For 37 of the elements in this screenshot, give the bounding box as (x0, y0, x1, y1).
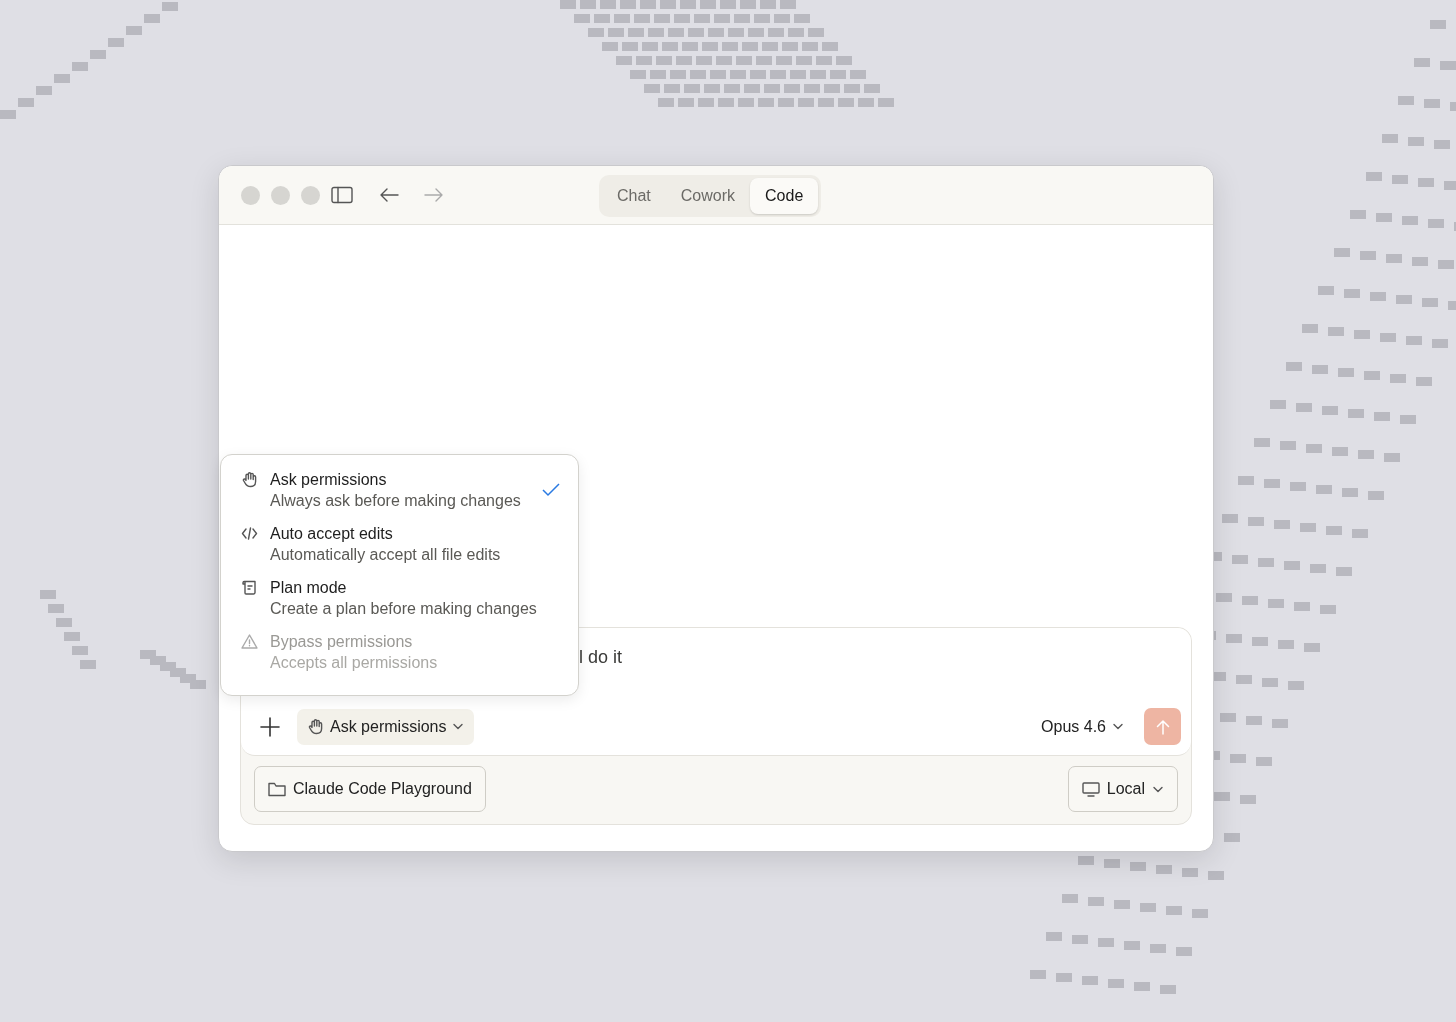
monitor-icon (1081, 781, 1100, 797)
sidebar-icon[interactable] (331, 186, 353, 204)
forward-arrow-icon[interactable] (424, 187, 444, 203)
environment-selector[interactable]: Local (1067, 766, 1178, 812)
warning-icon (241, 633, 258, 650)
menu-item[interactable]: Plan mode Create a plan before making changes (221, 577, 578, 631)
message-text: l do it (579, 646, 624, 669)
tab[interactable]: Code (750, 178, 819, 214)
hand-icon (307, 718, 324, 735)
window-control[interactable] (301, 185, 320, 205)
scroll-icon (241, 579, 258, 596)
item-description: Create a plan before making changes (270, 599, 538, 619)
caret-icon (1112, 721, 1124, 732)
window-control[interactable] (241, 185, 260, 205)
hand-icon (241, 471, 258, 488)
code-icon (241, 525, 258, 542)
up-arrow-icon (1155, 718, 1170, 735)
menu-item[interactable]: Auto accept edits Automatically accept all file edits (221, 523, 578, 577)
menu-item[interactable]: Ask permissions Always ask before making changes (221, 469, 578, 523)
item-description: Always ask before making changes (270, 491, 522, 511)
permission-mode-button[interactable]: Ask permissions (297, 708, 475, 745)
send-button[interactable] (1144, 708, 1181, 745)
tab[interactable]: Chat (602, 178, 666, 214)
folder-icon (268, 781, 286, 797)
caret-icon (452, 721, 465, 732)
tab[interactable]: Cowork (665, 178, 751, 214)
item-title: Auto accept edits (270, 524, 394, 544)
item-title: Bypass permissions (270, 632, 414, 652)
project-folder-button[interactable]: Claude Code Playground (254, 766, 486, 812)
model-selector[interactable]: Opus 4.6 (1037, 710, 1128, 743)
window-control[interactable] (271, 185, 290, 205)
item-description: Accepts all permissions (270, 653, 439, 673)
item-title: Ask permissions (270, 470, 388, 490)
item-title: Plan mode (270, 578, 348, 598)
back-arrow-icon[interactable] (379, 187, 399, 203)
item-description: Automatically accept all file edits (270, 545, 502, 565)
plus-icon[interactable] (259, 715, 281, 738)
